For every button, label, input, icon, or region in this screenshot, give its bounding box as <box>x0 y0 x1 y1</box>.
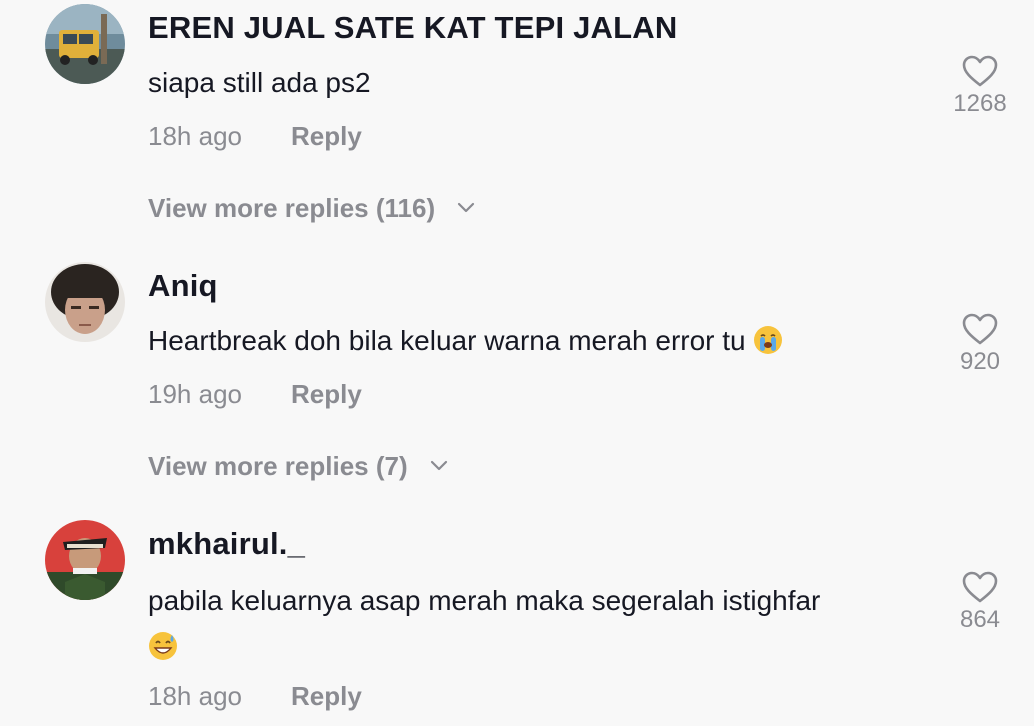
comment-username[interactable]: Aniq <box>148 268 218 304</box>
view-more-replies-label: View more replies (7) <box>148 451 408 481</box>
comment-timestamp: 18h ago <box>148 121 242 151</box>
view-more-replies-button[interactable]: View more replies (116) <box>148 193 476 224</box>
view-more-replies-button[interactable]: View more replies (7) <box>148 451 449 482</box>
comment-username[interactable]: mkhairul._ <box>148 526 305 562</box>
view-more-replies-label: View more replies (116) <box>148 193 436 223</box>
like-count: 864 <box>959 606 1001 633</box>
comment-item: EREN JUAL SATE KAT TEPI JALAN siapa stil… <box>0 0 1034 240</box>
chevron-down-icon <box>430 460 447 471</box>
avatar[interactable] <box>45 4 125 84</box>
comment-timestamp: 18h ago <box>148 681 242 711</box>
comment-text: siapa still ada ps2 <box>148 60 908 106</box>
heart-outline-icon <box>962 313 998 345</box>
heart-outline-icon <box>962 571 998 603</box>
chevron-down-icon <box>458 202 475 213</box>
comment-text: pabila keluarnya asap merah maka segeral… <box>148 578 908 670</box>
like-button[interactable]: 920 <box>940 312 1020 376</box>
reply-button[interactable]: Reply <box>291 379 362 409</box>
like-button[interactable]: 864 <box>940 570 1020 634</box>
reply-button[interactable]: Reply <box>291 121 362 151</box>
comment-text-body: pabila keluarnya asap merah maka segeral… <box>148 585 821 616</box>
comment-text: Heartbreak doh bila keluar warna merah e… <box>148 318 908 364</box>
grinning-face-with-sweat-emoji <box>148 631 178 661</box>
avatar[interactable] <box>45 262 125 342</box>
comment-meta: 18h ago Reply <box>148 121 362 152</box>
heart-outline-icon <box>962 55 998 87</box>
comment-item: mkhairul._ pabila keluarnya asap merah m… <box>0 516 1034 726</box>
loudly-crying-face-emoji <box>753 325 783 355</box>
avatar[interactable] <box>45 520 125 600</box>
comment-text-body: Heartbreak doh bila keluar warna merah e… <box>148 325 746 356</box>
reply-button[interactable]: Reply <box>291 681 362 711</box>
like-count: 920 <box>959 348 1001 375</box>
comment-timestamp: 19h ago <box>148 379 242 409</box>
comment-username[interactable]: EREN JUAL SATE KAT TEPI JALAN <box>148 10 677 46</box>
comment-text-body: siapa still ada ps2 <box>148 67 371 98</box>
comment-item: Aniq Heartbreak doh bila keluar warna me… <box>0 258 1034 498</box>
comment-meta: 19h ago Reply <box>148 379 362 410</box>
like-button[interactable]: 1268 <box>940 54 1020 118</box>
like-count: 1268 <box>953 90 1007 117</box>
comment-meta: 18h ago Reply <box>148 681 362 712</box>
